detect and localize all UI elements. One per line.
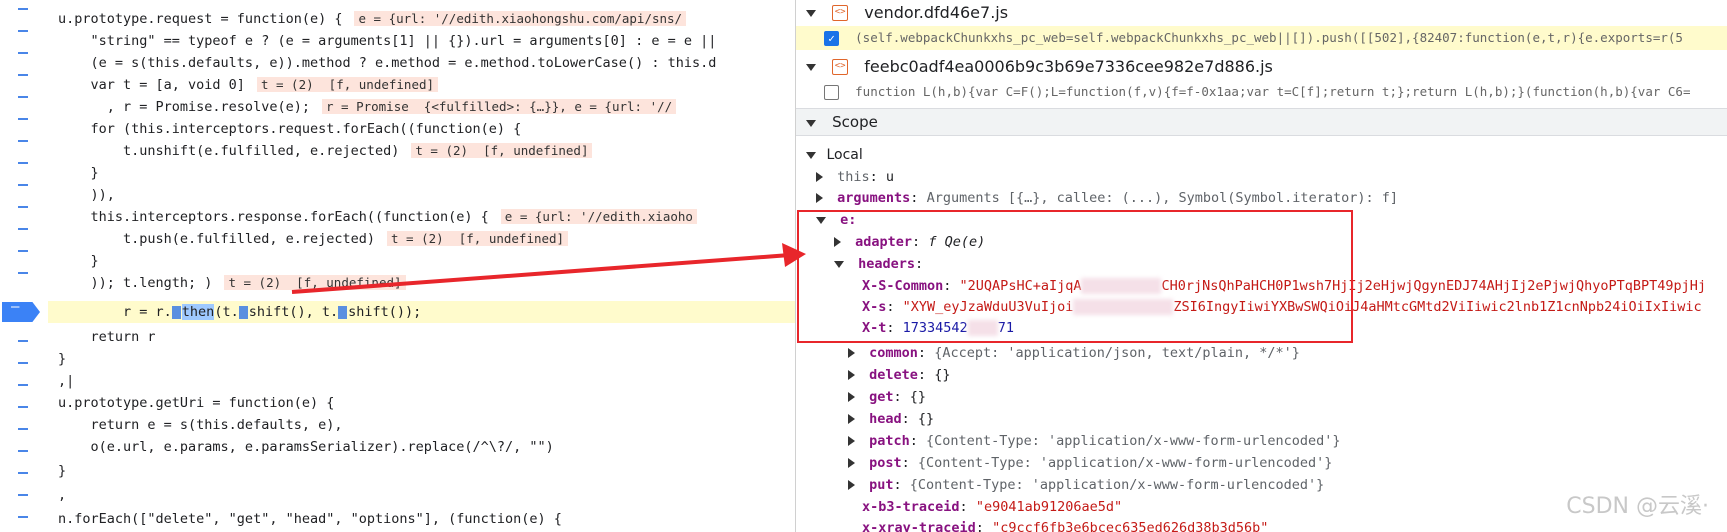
breakpoint-snippet: (self.webpackChunkxhs_pc_web=self.webpac… xyxy=(855,30,1683,45)
inline-value: t = (2) [f, undefined] xyxy=(256,77,439,92)
gutter-mark xyxy=(18,472,28,474)
code-line: } xyxy=(58,463,67,479)
code-line: )); t.length; ) t = (2) [f, undefined] xyxy=(58,272,795,294)
code-line: t.push(e.fulfilled, e.rejected) t = (2) [… xyxy=(58,228,795,250)
gutter-mark xyxy=(18,140,28,142)
code-line: t.unshift(e.fulfilled, e.rejected) t = (2… xyxy=(58,140,795,162)
header-head[interactable]: head: {} xyxy=(796,411,1727,427)
code-line: u.prototype.getUri = function(e) { xyxy=(58,395,335,411)
inline-value: r = Promise {<fulfilled>: {…}}, e = {url… xyxy=(321,99,677,114)
inline-breakpoint-icon[interactable] xyxy=(238,305,248,319)
gutter-mark xyxy=(18,362,28,364)
gutter-mark xyxy=(18,74,28,76)
gutter-mark xyxy=(18,494,28,496)
code-line: this.interceptors.response.forEach((func… xyxy=(58,206,795,228)
expand-icon[interactable] xyxy=(848,392,855,402)
gutter-mark xyxy=(18,52,28,54)
breakpoint-checkbox[interactable]: ✓ xyxy=(824,30,839,46)
gutter-mark xyxy=(18,406,28,408)
line-gutter[interactable] xyxy=(0,0,48,532)
code-line: )), xyxy=(58,187,115,203)
inline-value: t = (2) [f, undefined] xyxy=(411,143,593,158)
expand-icon[interactable] xyxy=(848,348,855,358)
header-common[interactable]: common: {Accept: 'application/json, text… xyxy=(796,345,1727,361)
breakpoint-snippet: function L(h,b){var C=F();L=function(f,v… xyxy=(855,84,1691,99)
inline-value: e = {url: '//edith.xiaohongshu.com/api/s… xyxy=(354,11,687,26)
header-patch[interactable]: patch: {Content-Type: 'application/x-www… xyxy=(796,433,1727,449)
gutter-mark xyxy=(18,250,28,252)
code-line: (e = s(this.defaults, e)).method ? e.met… xyxy=(58,55,717,71)
collapse-icon[interactable] xyxy=(806,63,816,71)
gutter-mark xyxy=(18,272,28,274)
code-line: for (this.interceptors.request.forEach((… xyxy=(58,121,522,137)
expand-icon[interactable] xyxy=(848,480,855,490)
scope-var-arguments[interactable]: arguments: Arguments [{…}, callee: (...)… xyxy=(796,190,1727,206)
expand-icon[interactable] xyxy=(848,436,855,446)
breakpoint-marker[interactable]: – xyxy=(2,302,40,322)
expand-icon[interactable] xyxy=(816,193,823,203)
scope-var-this[interactable]: this: u xyxy=(796,169,1727,185)
gutter-mark xyxy=(18,340,28,342)
gutter-mark xyxy=(18,450,28,452)
breakpoint-checkbox[interactable] xyxy=(824,84,839,100)
code-line: return e = s(this.defaults, e), xyxy=(58,417,343,433)
inline-breakpoint-icon[interactable] xyxy=(338,305,348,319)
file-name: feebc0adf4ea0006b9c3b69e7336cee982e7d886… xyxy=(864,57,1273,76)
annotation-highlight-box xyxy=(797,210,1353,343)
local-title: Local xyxy=(826,147,863,163)
expand-icon[interactable] xyxy=(816,172,823,182)
inline-value: e = {url: '//edith.xiaoho xyxy=(500,209,697,224)
code-line: , r = Promise.resolve(e); r = Promise {<f… xyxy=(58,96,795,118)
gutter-mark xyxy=(18,516,28,518)
js-file-icon: <> xyxy=(832,59,849,75)
inline-value: t = (2) [f, undefined] xyxy=(386,231,569,246)
code-line: } xyxy=(58,253,99,269)
inline-breakpoint-icon[interactable] xyxy=(171,305,181,319)
collapse-icon[interactable] xyxy=(806,9,816,17)
breakpoint-file-header[interactable]: <> vendor.dfd46e7.js xyxy=(796,0,1727,26)
expand-icon[interactable] xyxy=(848,414,855,424)
code-line: ,| xyxy=(58,373,75,389)
code-line: } xyxy=(58,351,67,367)
collapse-icon[interactable] xyxy=(806,119,816,127)
scope-local[interactable]: Local xyxy=(796,147,1727,163)
source-editor[interactable]: – u.prototype.request = function(e) {e =… xyxy=(0,0,796,532)
js-file-icon: <> xyxy=(832,5,849,21)
header-x-xray-traceid[interactable]: x-xray-traceid: "c9ccf6fb3e6bcec635ed626… xyxy=(796,520,1727,532)
code-line: } xyxy=(58,165,99,181)
gutter-mark xyxy=(18,8,28,10)
header-delete[interactable]: delete: {} xyxy=(796,367,1727,383)
inline-value: t = (2) [f, undefined] xyxy=(224,275,406,290)
gutter-mark xyxy=(18,206,28,208)
header-post[interactable]: post: {Content-Type: 'application/x-www-… xyxy=(796,455,1727,471)
gutter-mark xyxy=(18,184,28,186)
code-line: return r xyxy=(58,329,156,345)
breakpoint-file-header[interactable]: <> feebc0adf4ea0006b9c3b69e7336cee982e7d… xyxy=(796,54,1727,80)
code-line: var t = [a, void 0] t = (2) [f, undefined… xyxy=(58,74,795,96)
paused-code-line: r = r. then(t. shift(), t. shift()); xyxy=(48,301,795,323)
header-get[interactable]: get: {} xyxy=(796,389,1727,405)
paused-call-then: then xyxy=(181,304,215,320)
code-line: o(e.url, e.params, e.paramsSerializer).r… xyxy=(58,439,554,455)
code-line: n.forEach(["delete", "get", "head", "opt… xyxy=(58,511,562,527)
gutter-mark xyxy=(18,228,28,230)
breakpoint-item[interactable]: function L(h,b){var C=F();L=function(f,v… xyxy=(796,80,1727,104)
code-line: u.prototype.request = function(e) {e = {… xyxy=(58,8,795,30)
breakpoint-item[interactable]: ✓ (self.webpackChunkxhs_pc_web=self.webp… xyxy=(796,26,1727,50)
code-line: "string" == typeof e ? (e = arguments[1]… xyxy=(58,33,717,49)
code-line: , xyxy=(58,487,67,503)
gutter-mark xyxy=(18,118,28,120)
gutter-mark xyxy=(18,30,28,32)
gutter-mark xyxy=(18,384,28,386)
gutter-mark xyxy=(18,428,28,430)
expand-icon[interactable] xyxy=(848,458,855,468)
collapse-icon[interactable] xyxy=(806,151,816,159)
gutter-mark xyxy=(18,96,28,98)
scope-title: Scope xyxy=(832,113,878,131)
gutter-mark xyxy=(18,162,28,164)
expand-icon[interactable] xyxy=(848,370,855,380)
watermark: CSDN @云溪· xyxy=(1566,494,1709,519)
scope-section-header[interactable]: Scope xyxy=(796,108,1727,136)
file-name: vendor.dfd46e7.js xyxy=(864,3,1009,22)
